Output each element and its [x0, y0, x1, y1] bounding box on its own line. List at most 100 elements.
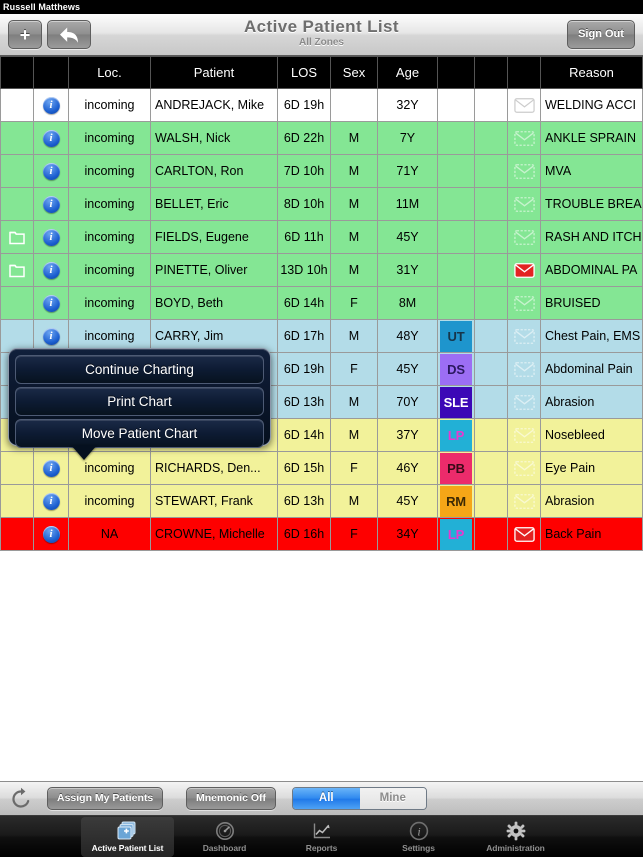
row-mark-cell[interactable]	[474, 418, 508, 452]
envelope-icon-unread[interactable]	[513, 526, 535, 542]
table-row[interactable]: i NA CROWNE, Michelle 6D 16h F 34Y LP Back Pain	[0, 517, 643, 551]
segment-all[interactable]: All	[293, 788, 360, 809]
row-info-cell[interactable]: i	[33, 154, 69, 188]
assign-my-patients-button[interactable]: Assign My Patients	[47, 787, 164, 810]
refresh-icon[interactable]	[9, 787, 33, 811]
row-envelope-cell[interactable]	[507, 220, 541, 254]
tab-dashboard[interactable]: Dashboard	[178, 817, 271, 857]
info-icon[interactable]: i	[42, 492, 60, 510]
row-flag-cell[interactable]	[0, 187, 34, 221]
row-mark-cell[interactable]	[474, 286, 508, 320]
column-header-sex[interactable]: Sex	[330, 56, 378, 89]
row-info-cell[interactable]: i	[33, 286, 69, 320]
row-badge-cell[interactable]: LP	[437, 418, 475, 452]
row-badge-cell[interactable]: LP	[437, 517, 475, 551]
row-flag-cell[interactable]	[0, 451, 34, 485]
row-info-cell[interactable]: i	[33, 121, 69, 155]
print-chart-menu-item[interactable]: Print Chart	[15, 387, 264, 416]
row-flag-cell[interactable]	[0, 484, 34, 518]
row-info-cell[interactable]: i	[33, 88, 69, 122]
row-badge-cell[interactable]	[437, 88, 475, 122]
tab-settings[interactable]: i Settings	[372, 817, 465, 857]
row-badge-cell[interactable]: RM	[437, 484, 475, 518]
info-icon[interactable]: i	[42, 525, 60, 543]
info-icon[interactable]: i	[42, 195, 60, 213]
row-badge-cell[interactable]: PB	[437, 451, 475, 485]
row-mark-cell[interactable]	[474, 220, 508, 254]
row-info-cell[interactable]: i	[33, 187, 69, 221]
row-info-cell[interactable]: i	[33, 220, 69, 254]
table-row[interactable]: i incoming CARLTON, Ron 7D 10h M 71Y MVA	[0, 154, 643, 188]
column-header-envelope[interactable]	[507, 56, 541, 89]
add-patient-button[interactable]: +	[8, 20, 42, 49]
row-envelope-cell[interactable]	[507, 319, 541, 353]
row-flag-cell[interactable]	[0, 121, 34, 155]
column-header-age[interactable]: Age	[377, 56, 438, 89]
column-header-patient[interactable]: Patient	[150, 56, 278, 89]
row-badge-cell[interactable]	[437, 286, 475, 320]
column-header-info[interactable]	[33, 56, 69, 89]
table-row[interactable]: i incoming ANDREJACK, Mike 6D 19h 32Y WELDING…	[0, 88, 643, 122]
row-badge-cell[interactable]	[437, 220, 475, 254]
info-icon[interactable]: i	[42, 327, 60, 345]
row-flag-cell[interactable]	[0, 286, 34, 320]
row-mark-cell[interactable]	[474, 352, 508, 386]
tab-reports[interactable]: Reports	[275, 817, 368, 857]
move-patient-chart-menu-item[interactable]: Move Patient Chart	[15, 419, 264, 448]
row-mark-cell[interactable]	[474, 121, 508, 155]
row-badge-cell[interactable]: DS	[437, 352, 475, 386]
column-header-mark[interactable]	[474, 56, 508, 89]
segment-mine[interactable]: Mine	[359, 788, 426, 809]
tab-administration[interactable]: Administration	[469, 817, 562, 857]
row-info-cell[interactable]: i	[33, 253, 69, 287]
row-badge-cell[interactable]: SLE	[437, 385, 475, 419]
row-badge-cell[interactable]	[437, 253, 475, 287]
row-mark-cell[interactable]	[474, 154, 508, 188]
row-envelope-cell[interactable]	[507, 517, 541, 551]
column-header-loc[interactable]: Loc.	[68, 56, 151, 89]
info-icon[interactable]: i	[42, 162, 60, 180]
table-row[interactable]: i incoming STEWART, Frank 6D 13h M 45Y RM Abras…	[0, 484, 643, 518]
column-header-badge[interactable]	[437, 56, 475, 89]
info-icon[interactable]: i	[42, 294, 60, 312]
column-header-reason[interactable]: Reason	[540, 56, 643, 89]
table-row[interactable]: i incoming BOYD, Beth 6D 14h F 8M BRUISED	[0, 286, 643, 320]
row-envelope-cell[interactable]	[507, 418, 541, 452]
continue-charting-menu-item[interactable]: Continue Charting	[15, 355, 264, 384]
info-icon[interactable]: i	[42, 459, 60, 477]
envelope-icon-ghost[interactable]	[513, 163, 535, 179]
envelope-icon-unread[interactable]	[513, 262, 535, 278]
envelope-icon-ghost[interactable]	[513, 196, 535, 212]
row-mark-cell[interactable]	[474, 253, 508, 287]
row-envelope-cell[interactable]	[507, 484, 541, 518]
envelope-icon-ghost[interactable]	[513, 295, 535, 311]
info-icon[interactable]: i	[42, 129, 60, 147]
sign-out-button[interactable]: Sign Out	[567, 20, 635, 49]
row-envelope-cell[interactable]	[507, 154, 541, 188]
row-flag-cell[interactable]	[0, 220, 34, 254]
envelope-icon-ghost[interactable]	[513, 361, 535, 377]
row-envelope-cell[interactable]	[507, 385, 541, 419]
row-envelope-cell[interactable]	[507, 451, 541, 485]
row-envelope-cell[interactable]	[507, 286, 541, 320]
envelope-icon-ghost[interactable]	[513, 460, 535, 476]
info-icon[interactable]: i	[42, 261, 60, 279]
tab-active-patient-list[interactable]: Active Patient List	[81, 816, 174, 857]
row-envelope-cell[interactable]	[507, 253, 541, 287]
envelope-icon-ghost[interactable]	[513, 394, 535, 410]
row-badge-cell[interactable]	[437, 121, 475, 155]
table-row[interactable]: i incoming BELLET, Eric 8D 10h M 11M TROUBLE B…	[0, 187, 643, 221]
back-button[interactable]	[47, 20, 91, 49]
row-badge-cell[interactable]: UT	[437, 319, 475, 353]
row-info-cell[interactable]: i	[33, 517, 69, 551]
row-flag-cell[interactable]	[0, 154, 34, 188]
row-badge-cell[interactable]	[437, 187, 475, 221]
row-mark-cell[interactable]	[474, 484, 508, 518]
row-envelope-cell[interactable]	[507, 121, 541, 155]
envelope-icon-ghost[interactable]	[513, 328, 535, 344]
envelope-icon-ghost[interactable]	[513, 229, 535, 245]
row-info-cell[interactable]: i	[33, 451, 69, 485]
row-mark-cell[interactable]	[474, 385, 508, 419]
row-flag-cell[interactable]	[0, 517, 34, 551]
table-row[interactable]: i incoming PINETTE, Oliver 13D 10h M 31Y ABDOM…	[0, 253, 643, 287]
